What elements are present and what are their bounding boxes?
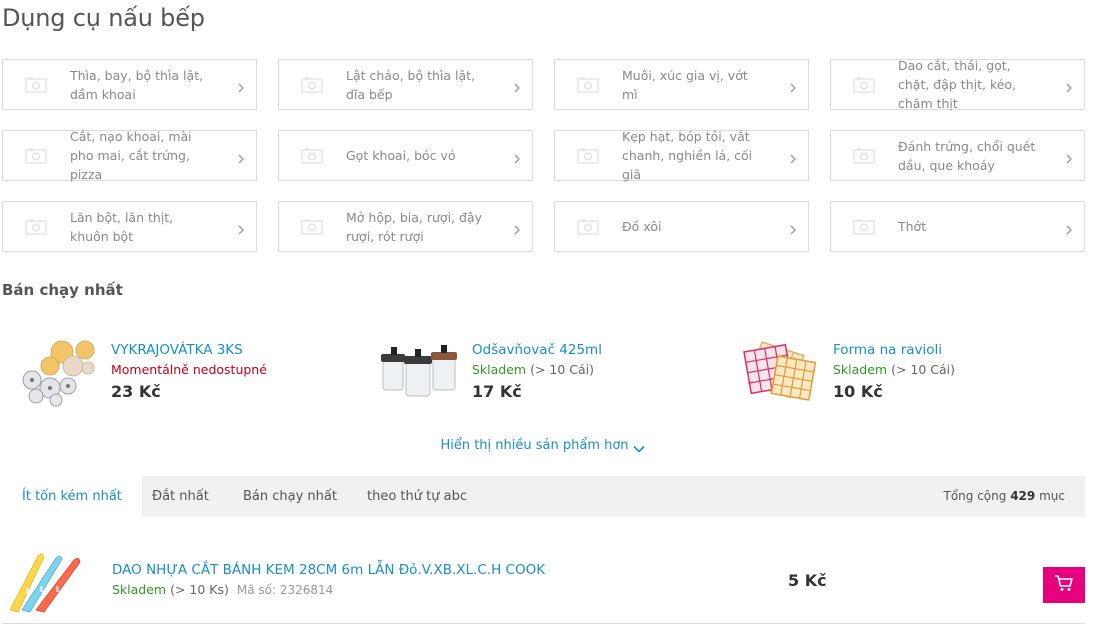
bestseller-name[interactable]: VYKRAJOVÁTKA 3KS xyxy=(111,342,243,358)
bestsellers-list: VYKRAJOVÁTKA 3KS Momentálně nedostupné 2… xyxy=(0,334,1101,414)
chevron-right-icon xyxy=(1064,79,1074,92)
image-placeholder-icon xyxy=(25,219,47,235)
stock-status: Skladem (> 10 Cái) xyxy=(472,362,594,377)
category-tile[interactable]: Cắt, nạo khoai, mài pho mai, cắt trứng, … xyxy=(2,129,257,182)
stock-label: Skladem xyxy=(112,582,167,597)
sort-bar: Ít tốn kém nhất Đắt nhất Bán chạy nhất t… xyxy=(2,476,1085,517)
total-prefix: Tổng cộng xyxy=(943,489,1007,503)
chevron-right-icon xyxy=(1064,221,1074,234)
show-more-link[interactable]: Hiển thị nhiều sản phẩm hơn xyxy=(0,438,1085,453)
category-tile[interactable]: Mở hộp, bia, rượi, đậy rượi, rót rượi xyxy=(278,201,533,252)
category-label: Cắt, nạo khoai, mài pho mai, cắt trứng, … xyxy=(70,129,192,182)
chevron-down-icon xyxy=(632,442,645,453)
chevron-right-icon xyxy=(788,79,798,92)
stock-quantity: (> 10 Cái) xyxy=(530,362,595,377)
product-image[interactable] xyxy=(732,334,832,410)
stock-quantity: (> 10 Cái) xyxy=(891,362,956,377)
product-name[interactable]: DAO NHỰA CẮT BÁNH KEM 28CM 6m LẪN Đỏ.V.X… xyxy=(112,562,545,578)
cart-icon xyxy=(1054,574,1074,596)
bestseller-item: Odšavňovač 425ml Skladem (> 10 Cái) 17 K… xyxy=(371,334,701,414)
chevron-right-icon xyxy=(1064,150,1074,163)
show-more-label: Hiển thị nhiều sản phẩm hơn xyxy=(440,438,629,453)
product-image[interactable] xyxy=(10,334,110,410)
category-tile[interactable]: Thìa, bay, bộ thìa lật, dầm khoai xyxy=(2,59,257,110)
category-label: Đồ xôi xyxy=(622,219,662,234)
chevron-right-icon xyxy=(512,150,522,163)
bestseller-price: 10 Kč xyxy=(833,382,883,401)
total-suffix: mục xyxy=(1039,489,1065,503)
category-tile[interactable]: Lật chảo, bộ thìa lật, dĩa bếp xyxy=(278,59,533,110)
sort-tab-most-expensive[interactable]: Đắt nhất xyxy=(132,476,229,517)
category-label: Dao cắt, thái, gọt, chặt, đập thịt, kéo,… xyxy=(898,58,1017,111)
total-number: 429 xyxy=(1010,489,1036,503)
chevron-right-icon xyxy=(788,221,798,234)
bestsellers-title: Bán chạy nhất xyxy=(2,281,123,299)
stock-label: Skladem xyxy=(833,362,888,377)
category-tile[interactable]: Dao cắt, thái, gọt, chặt, đập thịt, kéo,… xyxy=(830,58,1085,111)
stock-status: Skladem (> 10 Cái) xyxy=(833,362,955,377)
sort-tab-bestselling[interactable]: Bán chạy nhất xyxy=(223,476,357,517)
image-placeholder-icon xyxy=(853,77,875,93)
stock-quantity: (> 10 Ks) xyxy=(170,582,229,597)
chevron-right-icon xyxy=(236,221,246,234)
category-grid: Thìa, bay, bộ thìa lật, dầm khoai Lật ch… xyxy=(2,58,1085,252)
image-placeholder-icon xyxy=(25,77,47,93)
chevron-right-icon xyxy=(788,150,798,163)
sort-tab-cheapest[interactable]: Ít tốn kém nhất xyxy=(2,476,142,517)
image-placeholder-icon xyxy=(301,77,323,93)
bestseller-item: Forma na ravioli Skladem (> 10 Cái) 10 K… xyxy=(732,334,1062,414)
category-tile[interactable]: Kẹp hạt, bóp tỏi, vắt chanh, nghiền lá, … xyxy=(554,129,809,182)
category-tile[interactable]: Muôi, xúc gia vị, vớt mì xyxy=(554,59,809,110)
category-tile[interactable]: Lăn bột, lăn thịt, khuôn bột xyxy=(2,201,257,252)
chevron-right-icon xyxy=(236,79,246,92)
category-label: Lật chảo, bộ thìa lật, dĩa bếp xyxy=(346,67,476,102)
category-label: Đánh trứng, chổi quét dầu, que khoáy xyxy=(898,138,1036,173)
bestseller-name[interactable]: Forma na ravioli xyxy=(833,342,942,358)
category-label: Thớt xyxy=(898,219,927,234)
category-label: Muôi, xúc gia vị, vớt mì xyxy=(622,67,748,102)
bestseller-price: 23 Kč xyxy=(111,382,161,401)
product-meta: Skladem (> 10 Ks) Mã số: 2326814 xyxy=(112,582,333,597)
product-code: Mã số: 2326814 xyxy=(236,583,334,597)
chevron-right-icon xyxy=(512,221,522,234)
image-placeholder-icon xyxy=(25,148,47,164)
category-tile[interactable]: Đồ xôi xyxy=(554,201,809,252)
image-placeholder-icon xyxy=(577,148,599,164)
bestseller-item: VYKRAJOVÁTKA 3KS Momentálně nedostupné 2… xyxy=(10,334,340,414)
image-placeholder-icon xyxy=(853,219,875,235)
stock-status: Momentálně nedostupné xyxy=(111,362,267,377)
stock-label: Skladem xyxy=(472,362,527,377)
image-placeholder-icon xyxy=(853,148,875,164)
product-row: DAO NHỰA CẮT BÁNH KEM 28CM 6m LẪN Đỏ.V.X… xyxy=(2,540,1085,624)
category-label: Mở hộp, bia, rượi, đậy rượi, rót rượi xyxy=(346,209,482,244)
stock-label: Momentálně nedostupné xyxy=(111,362,267,377)
category-label: Kẹp hạt, bóp tỏi, vắt chanh, nghiền lá, … xyxy=(622,129,753,182)
page-title: Dụng cụ nấu bếp xyxy=(2,4,205,32)
product-image[interactable] xyxy=(4,548,94,614)
category-label: Gọt khoai, bóc vỏ xyxy=(346,148,456,163)
category-label: Lăn bột, lăn thịt, khuôn bột xyxy=(70,209,174,244)
category-tile[interactable]: Gọt khoai, bóc vỏ xyxy=(278,130,533,181)
chevron-right-icon xyxy=(236,150,246,163)
image-placeholder-icon xyxy=(577,219,599,235)
bestseller-name[interactable]: Odšavňovač 425ml xyxy=(472,342,602,358)
product-image[interactable] xyxy=(371,334,471,410)
bestseller-price: 17 Kč xyxy=(472,382,522,401)
category-label: Thìa, bay, bộ thìa lật, dầm khoai xyxy=(70,67,204,102)
total-count: Tổng cộng 429 mục xyxy=(944,476,1066,517)
category-tile[interactable]: Thớt xyxy=(830,201,1085,252)
image-placeholder-icon xyxy=(301,148,323,164)
chevron-right-icon xyxy=(512,79,522,92)
category-tile[interactable]: Đánh trứng, chổi quét dầu, que khoáy xyxy=(830,130,1085,181)
image-placeholder-icon xyxy=(577,77,599,93)
add-to-cart-button[interactable] xyxy=(1043,567,1085,603)
image-placeholder-icon xyxy=(301,219,323,235)
product-price: 5 Kč xyxy=(788,571,827,590)
sort-tab-alphabetical[interactable]: theo thứ tự abc xyxy=(347,476,487,517)
